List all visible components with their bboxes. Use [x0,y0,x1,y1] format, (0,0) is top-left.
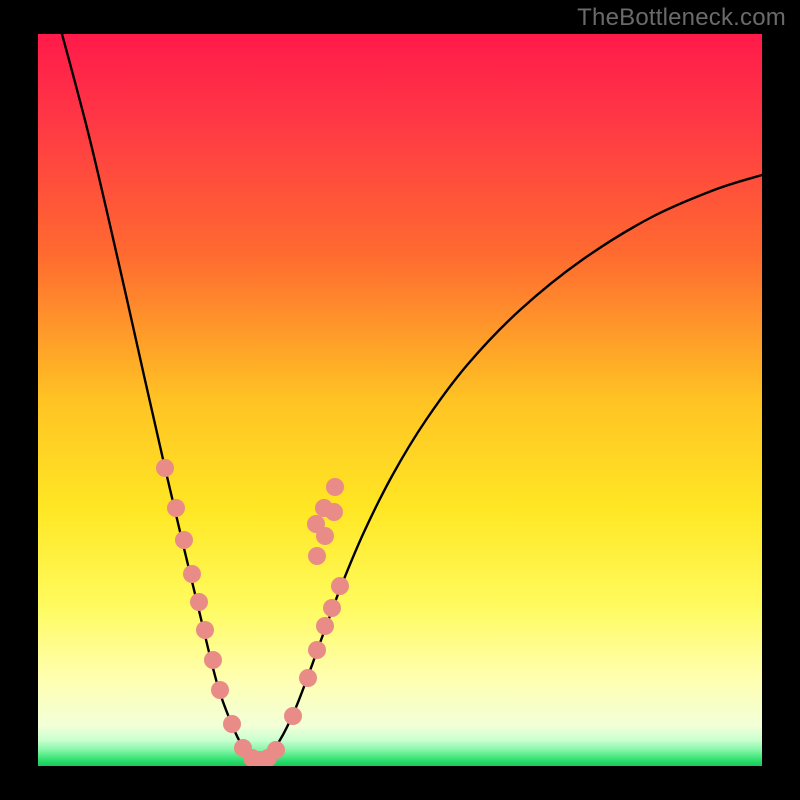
chart-container: TheBottleneck.com [0,0,800,800]
data-marker [175,531,193,549]
data-marker [211,681,229,699]
data-marker [183,565,201,583]
bottleneck-chart [0,0,800,800]
data-marker [315,499,333,517]
data-marker [326,478,344,496]
data-marker [156,459,174,477]
data-marker [308,641,326,659]
data-marker [204,651,222,669]
data-marker [196,621,214,639]
data-marker [331,577,349,595]
gradient-background [38,34,762,766]
data-marker [223,715,241,733]
data-marker [307,515,325,533]
data-marker [299,669,317,687]
watermark-label: TheBottleneck.com [577,4,786,32]
data-marker [267,741,285,759]
data-marker [284,707,302,725]
data-marker [323,599,341,617]
data-marker [316,617,334,635]
data-marker [190,593,208,611]
data-marker [167,499,185,517]
data-marker [308,547,326,565]
